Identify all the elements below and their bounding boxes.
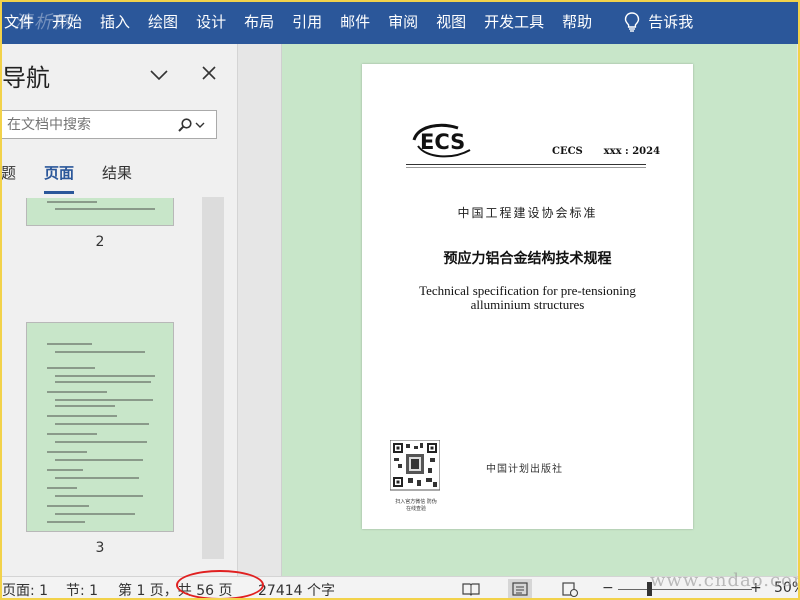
thumbnail-text-line [47, 521, 85, 523]
thumbnail-label: 2 [95, 234, 105, 250]
book-icon [462, 583, 480, 596]
status-word-count[interactable]: 27414 个字 [258, 580, 335, 600]
status-bar: 页面: 1 节: 1 第 1 页，共 56 页 27414 个字 − + 50% [0, 576, 800, 600]
zoom-level[interactable]: 50% [774, 580, 800, 596]
status-page[interactable]: 页面: 1 [2, 580, 48, 600]
english-title-line-2: alluminium structures [470, 297, 585, 312]
nav-scrollbar[interactable] [202, 197, 224, 559]
header-rule-thin [406, 167, 646, 168]
header-rule [406, 164, 646, 165]
tab-layout[interactable]: 布局 [235, 0, 283, 44]
thumbnail-label: 3 [95, 540, 105, 556]
thumbnail-text-line [55, 495, 143, 497]
web-layout-button[interactable] [558, 579, 582, 599]
thumbnail-text-line [55, 381, 151, 383]
nav-search-input[interactable] [1, 116, 175, 133]
tab-file[interactable]: 文件 [0, 0, 43, 44]
close-icon [202, 66, 216, 80]
page-layout-icon [512, 582, 528, 596]
thumbnail-text-line [55, 399, 153, 401]
ecs-logo: ECS [412, 123, 471, 158]
lightbulb-icon [624, 12, 640, 32]
thumbnail-text-line [47, 343, 92, 345]
web-layout-icon [562, 582, 579, 598]
tab-insert[interactable]: 插入 [91, 0, 139, 44]
status-page-count[interactable]: 第 1 页，共 56 页 [118, 580, 233, 600]
thumbnail-text-line [47, 451, 87, 453]
tab-mailings[interactable]: 邮件 [331, 0, 379, 44]
thumbnail-text-line [55, 513, 135, 515]
read-mode-button[interactable] [459, 579, 483, 599]
thumbnail-text-line [55, 423, 149, 425]
thumbnail-text-line [47, 487, 77, 489]
thumbnail-text-line [55, 375, 155, 377]
thumbnail-text-line [47, 367, 95, 369]
search-icon[interactable] [177, 117, 193, 133]
print-layout-button[interactable] [508, 579, 532, 599]
tab-home[interactable]: 开始 [43, 0, 91, 44]
thumbnail-text-line [55, 459, 143, 461]
tab-review[interactable]: 审阅 [379, 0, 427, 44]
ribbon-tab-bar: 文件 开始 插入 绘图 设计 布局 引用 邮件 审阅 视图 开发工具 帮助 告诉… [0, 0, 800, 44]
association-name: 中国工程建设协会标准 [457, 206, 598, 220]
thumbnail-text-line [47, 469, 83, 471]
tell-me-box[interactable]: 告诉我 [615, 0, 702, 44]
page-thumbnail-3[interactable] [26, 322, 174, 532]
chevron-down-icon [150, 70, 168, 81]
nav-search-box [0, 110, 217, 139]
document-title: 预应力铝合金结构技术规程 [443, 251, 612, 267]
zoom-slider-thumb[interactable] [647, 582, 652, 596]
nav-options-button[interactable] [148, 64, 170, 86]
zoom-out-button[interactable]: − [602, 580, 614, 596]
publisher-name: 中国计划出版社 [486, 464, 563, 475]
zoom-in-button[interactable]: + [750, 580, 762, 596]
navigation-pane: 导航 标题 页面 结果 2 [0, 44, 238, 576]
thumbnail-text-line [47, 415, 117, 417]
zoom-slider-track[interactable] [618, 589, 752, 590]
nav-pane-title: 导航 [2, 64, 50, 92]
tab-design[interactable]: 设计 [187, 0, 235, 44]
standard-code: CECS xxx : 2024 [552, 146, 661, 157]
english-title-line-1: Technical specification for pre-tensioni… [419, 283, 636, 298]
search-options-chevron-icon[interactable] [195, 120, 205, 130]
page-thumbnails: 2 3 [0, 198, 205, 576]
nav-tabs: 标题 页面 结果 [0, 162, 160, 194]
thumbnail-text-line [55, 405, 115, 407]
nav-tab-pages[interactable]: 页面 [44, 162, 75, 194]
document-page[interactable]: ECS CECS xxx : 2024 中国工程建设协会标准 预应力铝合金结构技… [362, 64, 693, 529]
qr-caption: 扫入官方微信 防伪在线查验 [395, 499, 437, 512]
page-thumbnail-2[interactable] [26, 198, 174, 226]
thumbnail-text-line [55, 441, 147, 443]
tab-references[interactable]: 引用 [283, 0, 331, 44]
thumbnail-text-line [55, 477, 139, 479]
thumbnail-text-line [47, 391, 107, 393]
tab-draw[interactable]: 绘图 [139, 0, 187, 44]
nav-tab-headings[interactable]: 标题 [0, 162, 16, 194]
logo-text: ECS [420, 130, 465, 154]
thumbnail-text-line [47, 433, 97, 435]
thumbnail-text-line [55, 351, 145, 353]
nav-close-button[interactable] [198, 62, 220, 84]
nav-tab-results[interactable]: 结果 [102, 162, 132, 194]
thumbnail-text-line [47, 505, 89, 507]
qr-code-icon [390, 440, 440, 491]
tab-help[interactable]: 帮助 [553, 0, 601, 44]
english-title: Technical specification for pre-tensioni… [362, 284, 693, 312]
tell-me-label: 告诉我 [648, 13, 694, 31]
tab-view[interactable]: 视图 [427, 0, 475, 44]
status-section[interactable]: 节: 1 [66, 580, 98, 600]
tab-developer[interactable]: 开发工具 [475, 0, 553, 44]
